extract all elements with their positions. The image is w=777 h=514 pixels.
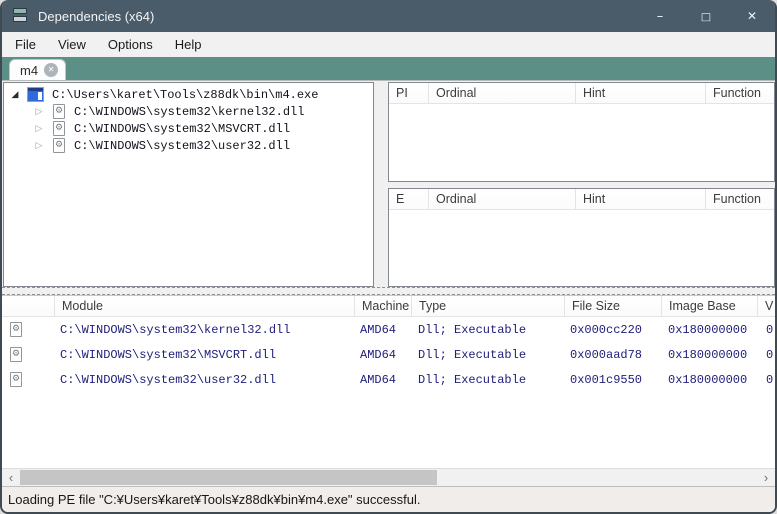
imports-header: PI Ordinal Hint Function <box>389 83 774 104</box>
maximize-icon: □ <box>701 10 711 22</box>
exe-icon <box>28 88 43 101</box>
module-row-msvcrt[interactable]: ⚙ C:\WINDOWS\system32\MSVCRT.dll AMD64 D… <box>2 342 775 367</box>
maximize-button[interactable]: □ <box>683 0 729 32</box>
imports-panel[interactable]: PI Ordinal Hint Function <box>388 82 775 182</box>
app-icon-part <box>13 16 27 22</box>
module-virtual-size: 0 <box>758 373 775 387</box>
column-header-module[interactable]: Module <box>55 296 355 316</box>
module-type: Dll; Executable <box>412 348 565 362</box>
module-image-base: 0x180000000 <box>662 373 758 387</box>
horizontal-scrollbar[interactable]: ‹ › <box>2 468 775 486</box>
module-image-base: 0x180000000 <box>662 348 758 362</box>
vertical-splitter[interactable] <box>374 82 388 287</box>
menu-view[interactable]: View <box>47 33 97 56</box>
titlebar[interactable]: Dependencies (x64) – □ ✕ <box>2 0 775 32</box>
column-header-type[interactable]: Type <box>412 296 565 316</box>
scrollbar-thumb[interactable] <box>20 470 437 485</box>
tree-row-user32[interactable]: ▷ ⚙ C:\WINDOWS\system32\user32.dll <box>4 137 373 154</box>
tree-row-msvcrt[interactable]: ▷ ⚙ C:\WINDOWS\system32\MSVCRT.dll <box>4 120 373 137</box>
tab-m4[interactable]: m4 ✕ <box>9 59 66 80</box>
expander-expanded-icon[interactable]: ◢ <box>9 90 21 99</box>
module-machine: AMD64 <box>355 373 412 387</box>
tree-item-label: C:\Users\karet\Tools\z88dk\bin\m4.exe <box>52 88 318 102</box>
scroll-left-icon[interactable]: ‹ <box>2 469 20 486</box>
column-header-function[interactable]: Function <box>706 189 774 209</box>
tab-label: m4 <box>20 63 38 78</box>
minimize-icon: – <box>657 9 664 24</box>
tab-strip: m4 ✕ <box>2 57 775 81</box>
close-icon: ✕ <box>747 9 757 23</box>
expander-collapsed-icon[interactable]: ▷ <box>33 124 45 133</box>
tree-item-label: C:\WINDOWS\system32\user32.dll <box>74 139 290 153</box>
exports-panel[interactable]: E Ordinal Hint Function <box>388 188 775 287</box>
module-image-base: 0x180000000 <box>662 323 758 337</box>
dll-icon: ⚙ <box>53 104 65 119</box>
status-message: Loading PE file "C:¥Users¥karet¥Tools¥z8… <box>8 492 420 507</box>
tree-row-kernel32[interactable]: ▷ ⚙ C:\WINDOWS\system32\kernel32.dll <box>4 103 373 120</box>
dependency-tree-panel[interactable]: ◢ C:\Users\karet\Tools\z88dk\bin\m4.exe … <box>3 82 374 287</box>
minimize-button[interactable]: – <box>637 0 683 32</box>
module-virtual-size: 0 <box>758 323 775 337</box>
module-path: C:\WINDOWS\system32\kernel32.dll <box>55 323 355 337</box>
tree-row-root[interactable]: ◢ C:\Users\karet\Tools\z88dk\bin\m4.exe <box>4 86 373 103</box>
gear-icon: ⚙ <box>55 107 63 116</box>
column-header-icon[interactable] <box>2 296 55 316</box>
menubar: File View Options Help <box>2 32 775 57</box>
tree-item-label: C:\WINDOWS\system32\kernel32.dll <box>74 105 304 119</box>
window-title: Dependencies (x64) <box>38 9 154 24</box>
column-header-machine[interactable]: Machine <box>355 296 412 316</box>
horizontal-splitter[interactable] <box>2 287 775 295</box>
module-file-size: 0x000aad78 <box>565 348 662 362</box>
app-icon <box>12 8 29 24</box>
module-type: Dll; Executable <box>412 373 565 387</box>
exports-header: E Ordinal Hint Function <box>389 189 774 210</box>
module-file-size: 0x000cc220 <box>565 323 662 337</box>
scroll-right-icon[interactable]: › <box>757 469 775 486</box>
dll-icon: ⚙ <box>10 322 22 337</box>
module-row-user32[interactable]: ⚙ C:\WINDOWS\system32\user32.dll AMD64 D… <box>2 367 775 392</box>
expander-collapsed-icon[interactable]: ▷ <box>33 107 45 116</box>
module-path: C:\WINDOWS\system32\user32.dll <box>55 373 355 387</box>
module-virtual-size: 0 <box>758 348 775 362</box>
module-machine: AMD64 <box>355 323 412 337</box>
tab-close-button[interactable]: ✕ <box>44 63 58 77</box>
column-header-hint[interactable]: Hint <box>576 189 706 209</box>
module-file-size: 0x001c9550 <box>565 373 662 387</box>
column-header-ordinal[interactable]: Ordinal <box>429 83 576 103</box>
menu-options[interactable]: Options <box>97 33 164 56</box>
column-header-file-size[interactable]: File Size <box>565 296 662 316</box>
module-machine: AMD64 <box>355 348 412 362</box>
column-header-e[interactable]: E <box>389 189 429 209</box>
expander-collapsed-icon[interactable]: ▷ <box>33 141 45 150</box>
menu-file[interactable]: File <box>4 33 47 56</box>
column-header-virtual-size[interactable]: V <box>758 296 775 316</box>
app-window: Dependencies (x64) – □ ✕ File View Optio… <box>0 0 777 514</box>
dll-icon: ⚙ <box>53 138 65 153</box>
app-icon-part <box>13 8 27 14</box>
tree-item-label: C:\WINDOWS\system32\MSVCRT.dll <box>74 122 290 136</box>
column-header-ordinal[interactable]: Ordinal <box>429 189 576 209</box>
dll-icon: ⚙ <box>10 347 22 362</box>
gear-icon: ⚙ <box>12 375 20 384</box>
module-path: C:\WINDOWS\system32\MSVCRT.dll <box>55 348 355 362</box>
dll-icon: ⚙ <box>53 121 65 136</box>
modules-header: Module Machine Type File Size Image Base… <box>2 296 775 317</box>
status-bar: Loading PE file "C:¥Users¥karet¥Tools¥z8… <box>2 486 775 512</box>
column-header-function[interactable]: Function <box>706 83 774 103</box>
column-header-hint[interactable]: Hint <box>576 83 706 103</box>
gear-icon: ⚙ <box>12 325 20 334</box>
column-header-pi[interactable]: PI <box>389 83 429 103</box>
module-row-kernel32[interactable]: ⚙ C:\WINDOWS\system32\kernel32.dll AMD64… <box>2 317 775 342</box>
module-type: Dll; Executable <box>412 323 565 337</box>
tab-close-icon: ✕ <box>48 66 55 74</box>
modules-panel[interactable]: Module Machine Type File Size Image Base… <box>2 295 775 468</box>
close-button[interactable]: ✕ <box>729 0 775 32</box>
gear-icon: ⚙ <box>55 141 63 150</box>
dll-icon: ⚙ <box>10 372 22 387</box>
gear-icon: ⚙ <box>55 124 63 133</box>
window-controls: – □ ✕ <box>637 0 775 32</box>
gear-icon: ⚙ <box>12 350 20 359</box>
menu-help[interactable]: Help <box>164 33 213 56</box>
column-header-image-base[interactable]: Image Base <box>662 296 758 316</box>
